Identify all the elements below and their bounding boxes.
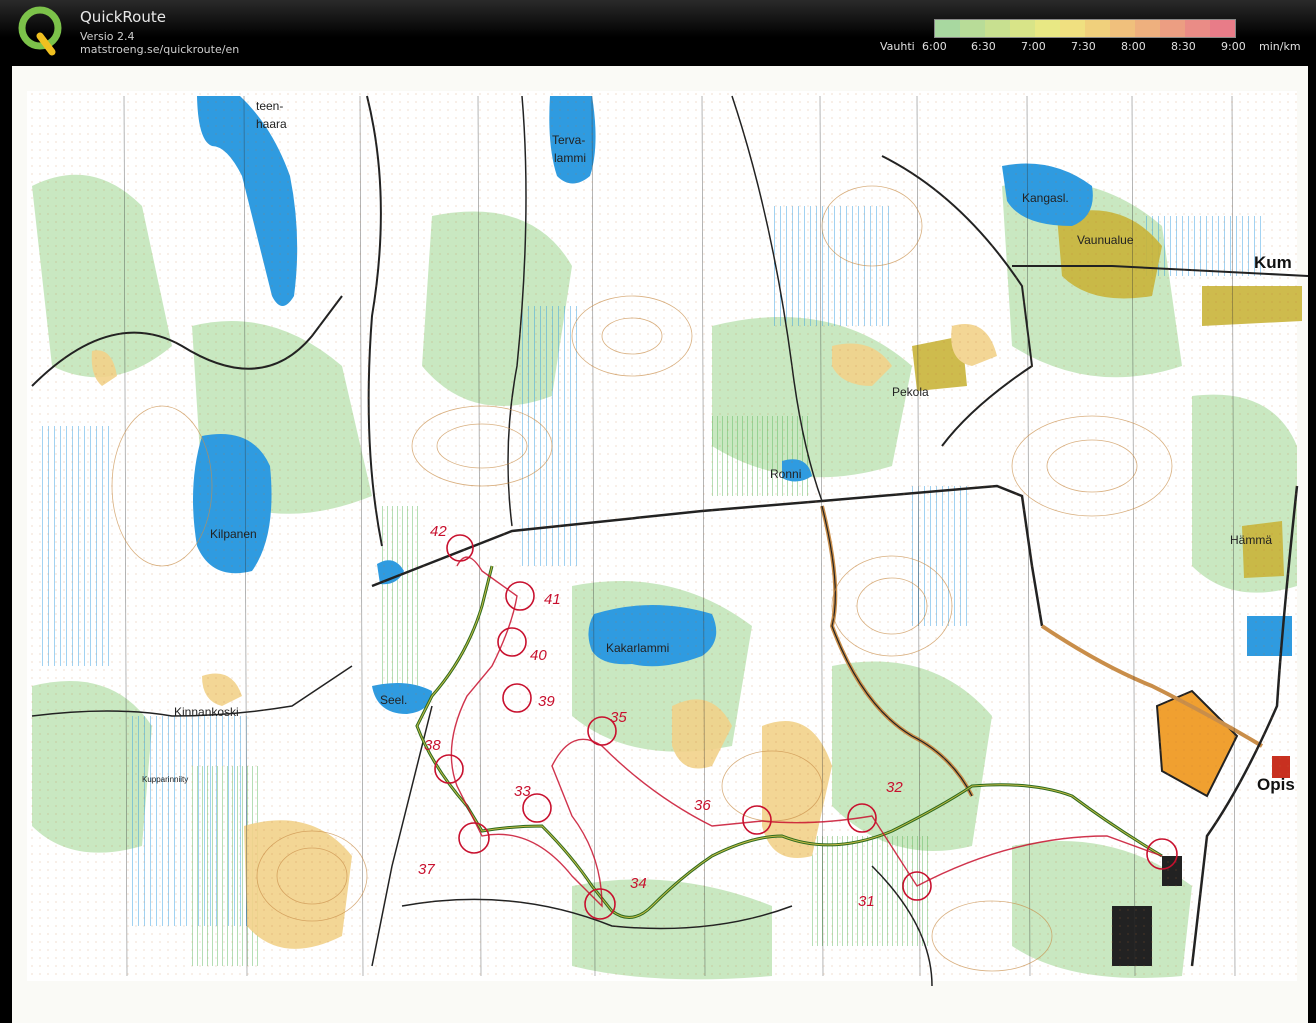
app-url: matstroeng.se/quickroute/en (80, 43, 240, 56)
pace-tick: 7:00 (1021, 40, 1046, 53)
control-number: 34 (630, 875, 647, 892)
control-number: 37 (418, 861, 435, 878)
place-label: Hämmä (1230, 533, 1272, 547)
control-number: 39 (538, 693, 555, 710)
pace-tick: 7:30 (1071, 40, 1096, 53)
pace-color-swatch (1060, 20, 1085, 37)
control-number: 41 (544, 591, 561, 608)
place-label: Kilpanen (210, 527, 257, 541)
place-label: teen- (256, 99, 283, 113)
pace-color-swatch (985, 20, 1010, 37)
place-label: Kum (1254, 253, 1292, 272)
pace-color-swatch (1085, 20, 1110, 37)
app-version: Versio 2.4 (80, 30, 135, 43)
pace-tick: 8:00 (1121, 40, 1146, 53)
app-title: QuickRoute (80, 8, 166, 26)
pace-tick: 8:30 (1171, 40, 1196, 53)
place-label: Ronni (770, 467, 801, 481)
pace-color-swatch (1210, 20, 1235, 37)
place-label: haara (256, 117, 287, 131)
place-label: Kinnankoski (174, 705, 239, 719)
pace-color-swatch (1035, 20, 1060, 37)
pace-color-swatch (1110, 20, 1135, 37)
place-label: Terva- (552, 133, 585, 147)
pace-color-swatch (935, 20, 960, 37)
orienteering-map[interactable]: 42 41 40 39 38 37 36 35 34 33 32 31 teen… (12, 66, 1308, 1023)
quickroute-logo-icon (18, 6, 62, 56)
pace-tick: 9:00 (1221, 40, 1246, 53)
control-number: 42 (430, 523, 447, 540)
pace-color-swatch (1185, 20, 1210, 37)
pace-color-swatch (1135, 20, 1160, 37)
control-number: 38 (424, 737, 441, 754)
place-label: Seel. (380, 693, 407, 707)
place-label: Vaunualue (1077, 233, 1134, 247)
place-label: Pekola (892, 385, 929, 399)
pace-unit: min/km (1259, 40, 1301, 53)
control-number: 35 (610, 709, 627, 726)
app-header: QuickRoute Versio 2.4 matstroeng.se/quic… (0, 0, 1316, 62)
pace-tick: 6:30 (971, 40, 996, 53)
pace-legend: Vauhti 6:00 6:30 7:00 7:30 8:00 8:30 9:0… (870, 40, 1310, 54)
pace-tick: 6:00 (922, 40, 947, 53)
place-label: Kangasl. (1022, 191, 1069, 205)
control-number: 33 (514, 783, 531, 800)
place-label: Kupparinniity (142, 775, 188, 784)
pace-color-scale (934, 19, 1236, 38)
control-number: 31 (858, 893, 875, 910)
control-number: 40 (530, 647, 547, 664)
place-label: lammi (554, 151, 586, 165)
control-number: 36 (694, 797, 711, 814)
map-canvas[interactable]: 42 41 40 39 38 37 36 35 34 33 32 31 teen… (12, 66, 1308, 1023)
control-number: 32 (886, 779, 903, 796)
place-label: Kakarlammi (606, 641, 669, 655)
pace-color-swatch (1160, 20, 1185, 37)
pace-color-swatch (1010, 20, 1035, 37)
place-label: Opis (1257, 775, 1295, 794)
pace-prefix: Vauhti (880, 40, 915, 53)
pace-color-swatch (960, 20, 985, 37)
